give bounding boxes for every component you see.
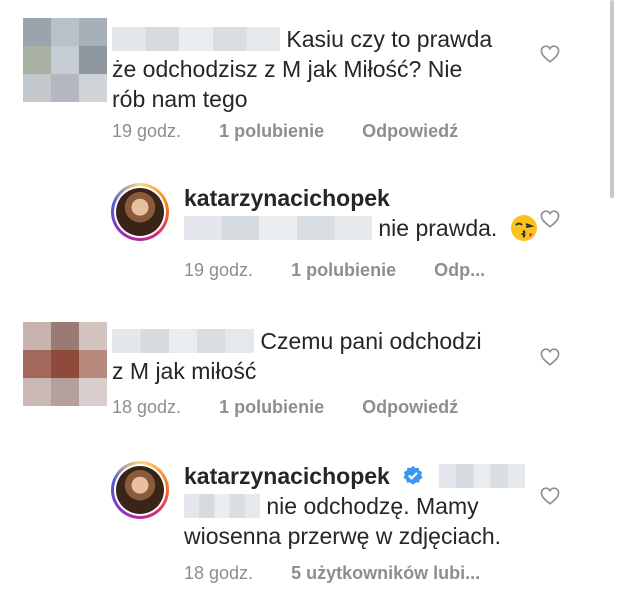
reply-button[interactable]: Odpowiedź xyxy=(362,121,458,142)
comment-3: Czemu pani odchodzi z M jak miłość 18 go… xyxy=(0,310,600,445)
timestamp: 19 godz. xyxy=(112,121,182,141)
comment-line: Kasiu czy to prawda xyxy=(286,26,493,52)
timestamp: 18 godz. xyxy=(112,397,182,417)
avatar[interactable] xyxy=(111,461,169,519)
comment-1: Kasiu czy to prawda że odchodzisz z M ja… xyxy=(0,0,600,170)
comment-meta: 18 godz. 1 polubienie Odpowiedź xyxy=(112,397,458,418)
username[interactable]: katarzynacichopek xyxy=(184,463,390,489)
timestamp: 18 godz. xyxy=(184,563,254,583)
comment-meta: 19 godz. 1 polubienie Odpowiedź xyxy=(112,121,458,142)
likes-count[interactable]: 1 polubienie xyxy=(219,121,324,142)
comment-line: wiosenna przerwę w zdjęciach. xyxy=(184,523,502,549)
comment-4: katarzynacichopek nie odchodzę. Mamy wio… xyxy=(0,445,600,593)
blurred-mention xyxy=(184,494,260,518)
reply-button[interactable]: Odpowiedź xyxy=(362,397,458,418)
comment-2: katarzynacichopek nie prawda. 19 godz. 1… xyxy=(0,170,600,310)
comment-text: Kasiu czy to prawda że odchodzisz z M ja… xyxy=(112,24,532,114)
blurred-username xyxy=(112,329,254,353)
comment-line: że odchodzisz z M jak Miłość? Nie xyxy=(112,56,463,82)
comment-line: rób nam tego xyxy=(112,86,248,112)
comment-line: nie odchodzę. Mamy xyxy=(266,493,479,519)
avatar[interactable] xyxy=(23,322,107,406)
heart-icon[interactable] xyxy=(540,45,560,63)
blurred-mention xyxy=(184,216,372,240)
scrollbar[interactable] xyxy=(610,0,614,198)
likes-count[interactable]: 1 polubienie xyxy=(219,397,324,418)
heart-icon[interactable] xyxy=(540,210,560,228)
reply-button[interactable]: Odp... xyxy=(434,260,485,281)
likes-count[interactable]: 1 polubienie xyxy=(291,260,396,281)
likes-count[interactable]: 5 użytkowników lubi... xyxy=(291,563,480,584)
avatar[interactable] xyxy=(111,183,169,241)
comment-text: katarzynacichopek nie prawda. xyxy=(184,183,564,243)
comment-meta: 19 godz. 1 polubienie Odp... xyxy=(184,260,485,281)
timestamp: 19 godz. xyxy=(184,260,254,280)
comment-text: katarzynacichopek nie odchodzę. Mamy wio… xyxy=(184,461,564,551)
comment-text: Czemu pani odchodzi z M jak miłość xyxy=(112,326,532,386)
heart-icon[interactable] xyxy=(540,487,560,505)
verified-badge-icon xyxy=(403,465,423,485)
comment-line: Czemu pani odchodzi xyxy=(260,328,482,354)
heart-icon[interactable] xyxy=(540,348,560,366)
avatar[interactable] xyxy=(23,18,107,102)
blurred-mention xyxy=(438,464,525,488)
comment-meta: 18 godz. 5 użytkowników lubi... xyxy=(184,563,480,584)
comment-line: nie prawda. xyxy=(378,215,498,241)
kiss-emoji-icon xyxy=(510,215,537,241)
blurred-username xyxy=(112,27,280,51)
username[interactable]: katarzynacichopek xyxy=(184,185,390,211)
comment-line: z M jak miłość xyxy=(112,358,257,384)
